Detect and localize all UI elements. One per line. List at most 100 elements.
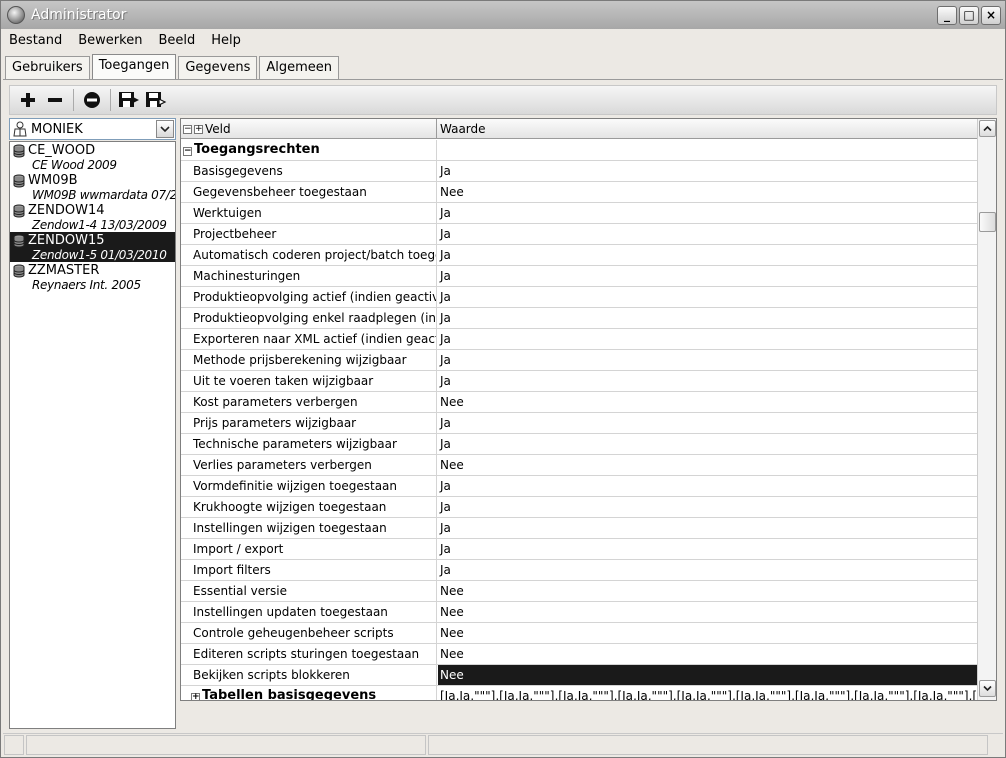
- field-value-cell[interactable]: Ja: [438, 413, 978, 433]
- menu-help[interactable]: Help: [211, 33, 241, 48]
- tab-gegevens[interactable]: Gegevens: [178, 56, 258, 79]
- grid-row[interactable]: Produktieopvolging enkel raadplegen (ind…: [181, 308, 978, 329]
- grid-row[interactable]: Machinesturingen Ja: [181, 266, 978, 287]
- tab-gebruikers[interactable]: Gebruikers: [5, 56, 90, 79]
- grid-row[interactable]: Essential versie Nee: [181, 581, 978, 602]
- scroll-down-button[interactable]: [979, 680, 996, 697]
- database-name: ZZMASTER: [28, 263, 100, 278]
- minimize-button[interactable]: _: [937, 6, 957, 25]
- grid-row[interactable]: Vormdefinitie wijzigen toegestaan Ja: [181, 476, 978, 497]
- field-value-cell[interactable]: Ja: [438, 518, 978, 538]
- subsection-label: Tabellen basisgegevens: [202, 688, 377, 701]
- grid-row[interactable]: Controle geheugenbeheer scripts Nee: [181, 623, 978, 644]
- field-value-cell[interactable]: Nee: [438, 455, 978, 475]
- field-value-cell[interactable]: Ja: [438, 371, 978, 391]
- grid-row[interactable]: Exporteren naar XML actief (indien geact…: [181, 329, 978, 350]
- close-button[interactable]: ×: [981, 6, 1001, 25]
- grid-row[interactable]: Instellingen wijzigen toegestaan Ja: [181, 518, 978, 539]
- grid-row[interactable]: Methode prijsberekening wijzigbaar Ja: [181, 350, 978, 371]
- stop-button[interactable]: [80, 88, 104, 112]
- scroll-thumb[interactable]: [979, 212, 996, 232]
- menu-bestand[interactable]: Bestand: [9, 33, 62, 48]
- field-name-cell: Verlies parameters verbergen: [181, 455, 437, 475]
- field-name-cell: Bekijken scripts blokkeren: [181, 665, 437, 685]
- grid-row[interactable]: Basisgegevens Ja: [181, 161, 978, 182]
- column-header-veld[interactable]: − + Veld: [181, 119, 437, 139]
- tab-toegangen[interactable]: Toegangen: [91, 54, 177, 80]
- grid-row[interactable]: Krukhoogte wijzigen toegestaan Ja: [181, 497, 978, 518]
- grid-row[interactable]: Instellingen updaten toegestaan Nee: [181, 602, 978, 623]
- field-value-cell[interactable]: Ja: [438, 161, 978, 181]
- grid-row[interactable]: Verlies parameters verbergen Nee: [181, 455, 978, 476]
- database-icon: [13, 144, 25, 157]
- save-button[interactable]: [117, 88, 141, 112]
- grid-row[interactable]: Prijs parameters wijzigbaar Ja: [181, 413, 978, 434]
- grid-row[interactable]: Kost parameters verbergen Nee: [181, 392, 978, 413]
- vertical-scrollbar[interactable]: [977, 119, 996, 700]
- field-name-cell: Automatisch coderen project/batch toeges…: [181, 245, 437, 265]
- grid-row[interactable]: Werktuigen Ja: [181, 203, 978, 224]
- dropdown-arrow-button[interactable]: [156, 120, 174, 138]
- database-description: WM09B wwmardata 07/2: [32, 188, 175, 202]
- field-value-cell[interactable]: Nee: [438, 182, 978, 202]
- field-value-cell[interactable]: Ja: [438, 560, 978, 580]
- field-value-cell[interactable]: Ja: [438, 308, 978, 328]
- grid-row[interactable]: Technische parameters wijzigbaar Ja: [181, 434, 978, 455]
- chevron-up-icon: [983, 125, 992, 132]
- field-value-cell[interactable]: Ja: [438, 476, 978, 496]
- save-as-button[interactable]: [144, 88, 168, 112]
- remove-button[interactable]: [43, 88, 67, 112]
- subsection-row[interactable]: + Tabellen basisgegevens [Ja,Ja,"""],[Ja,J…: [181, 686, 978, 701]
- grid-row[interactable]: Uit te voeren taken wijzigbaar Ja: [181, 371, 978, 392]
- field-name-cell: Prijs parameters wijzigbaar: [181, 413, 437, 433]
- maximize-button[interactable]: □: [959, 6, 979, 25]
- user-dropdown[interactable]: MONIEK: [9, 118, 176, 140]
- expand-icon[interactable]: +: [191, 693, 200, 700]
- grid-row[interactable]: Bekijken scripts blokkeren Nee: [181, 665, 978, 686]
- grid-row[interactable]: Editeren scripts sturingen toegestaan Nee: [181, 644, 978, 665]
- field-value-cell[interactable]: Ja: [438, 350, 978, 370]
- field-name-cell: Instellingen wijzigen toegestaan: [181, 518, 437, 538]
- field-name-cell: Machinesturingen: [181, 266, 437, 286]
- collapse-icon[interactable]: −: [183, 147, 192, 156]
- database-item[interactable]: CE_WOOD CE Wood 2009: [10, 142, 175, 172]
- grid-row[interactable]: Import filters Ja: [181, 560, 978, 581]
- database-item[interactable]: ZENDOW14 Zendow1-4 13/03/2009: [10, 202, 175, 232]
- grid-row[interactable]: Automatisch coderen project/batch toeges…: [181, 245, 978, 266]
- section-row[interactable]: − Toegangsrechten: [181, 140, 978, 161]
- grid-row[interactable]: Produktieopvolging actief (indien geacti…: [181, 287, 978, 308]
- save-as-icon: [146, 92, 167, 107]
- field-value-cell[interactable]: Nee: [438, 665, 978, 685]
- menu-bewerken[interactable]: Bewerken: [78, 33, 142, 48]
- field-value-cell[interactable]: Ja: [438, 287, 978, 307]
- field-value-cell[interactable]: Ja: [438, 434, 978, 454]
- field-name-cell: Methode prijsberekening wijzigbaar: [181, 350, 437, 370]
- database-item[interactable]: ZZMASTER Reynaers Int. 2005: [10, 262, 175, 292]
- field-value-cell[interactable]: Nee: [438, 602, 978, 622]
- expand-all-icon[interactable]: +: [194, 124, 203, 134]
- field-value-cell[interactable]: Ja: [438, 266, 978, 286]
- menu-beeld[interactable]: Beeld: [158, 33, 195, 48]
- subsection-value-cell[interactable]: [Ja,Ja,"""],[Ja,Ja,"""],[Ja,Ja,"""],[Ja,…: [438, 686, 978, 700]
- field-value-cell[interactable]: Nee: [438, 392, 978, 412]
- field-value-cell[interactable]: Ja: [438, 245, 978, 265]
- add-button[interactable]: [16, 88, 40, 112]
- field-value-cell[interactable]: Nee: [438, 623, 978, 643]
- database-item[interactable]: WM09B WM09B wwmardata 07/2: [10, 172, 175, 202]
- field-value-cell[interactable]: Nee: [438, 581, 978, 601]
- tab-algemeen[interactable]: Algemeen: [259, 56, 340, 79]
- grid-row[interactable]: Gegevensbeheer toegestaan Nee: [181, 182, 978, 203]
- database-item[interactable]: ZENDOW15 Zendow1-5 01/03/2010: [10, 232, 175, 262]
- field-value-cell[interactable]: Ja: [438, 329, 978, 349]
- collapse-all-icon[interactable]: −: [183, 124, 192, 134]
- grid-row[interactable]: Import / export Ja: [181, 539, 978, 560]
- column-header-waarde[interactable]: Waarde: [438, 119, 486, 139]
- scroll-up-button[interactable]: [979, 120, 996, 137]
- field-value-cell[interactable]: Ja: [438, 224, 978, 244]
- grid-row[interactable]: Projectbeheer Ja: [181, 224, 978, 245]
- field-value-cell[interactable]: Ja: [438, 539, 978, 559]
- field-value-cell[interactable]: Ja: [438, 497, 978, 517]
- section-value-cell: [438, 140, 978, 160]
- field-value-cell[interactable]: Ja: [438, 203, 978, 223]
- field-value-cell[interactable]: Nee: [438, 644, 978, 664]
